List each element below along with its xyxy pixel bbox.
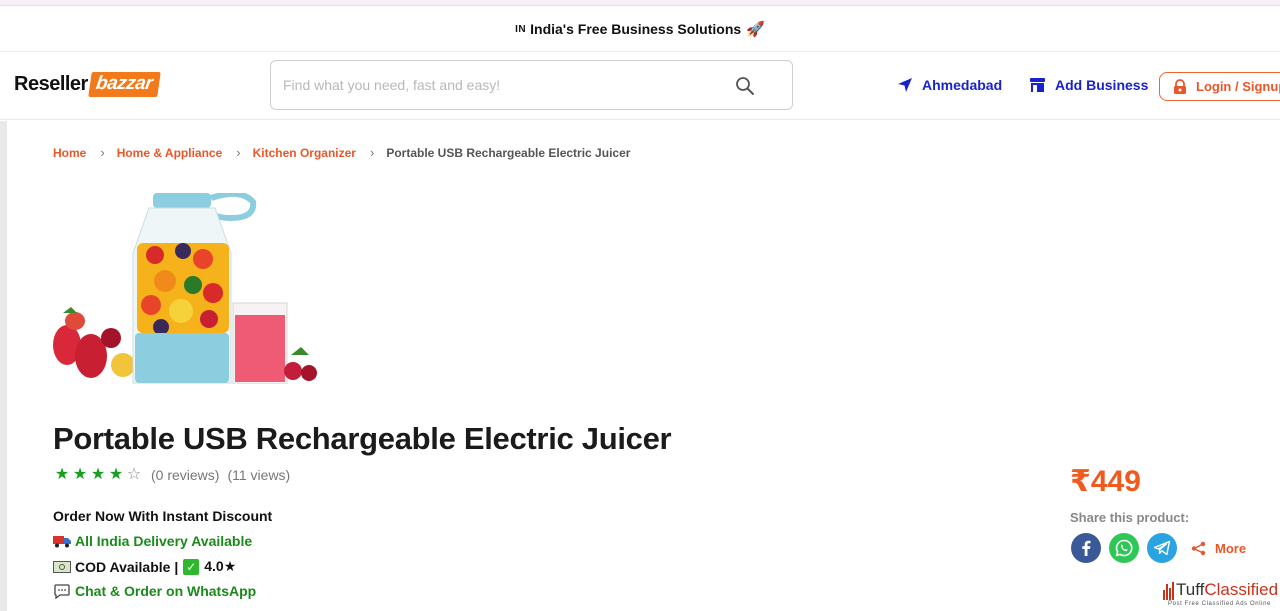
telegram-share-button[interactable] — [1147, 533, 1177, 563]
review-count[interactable]: (0 reviews) — [151, 467, 219, 483]
store-icon — [1030, 78, 1045, 92]
location-selector[interactable]: Ahmedabad — [897, 77, 1002, 93]
search-input[interactable] — [283, 74, 723, 96]
star-icon: ★ — [72, 466, 88, 483]
whatsapp-icon — [1115, 539, 1133, 557]
breadcrumb-kitchen-organizer[interactable]: Kitchen Organizer — [253, 146, 356, 160]
cod-rating: 4.0★ — [204, 558, 237, 574]
search-box — [270, 60, 793, 110]
rocket-icon: 🚀 — [746, 21, 765, 38]
cod-label: COD Available | — [75, 558, 179, 575]
delivery-truck-icon — [53, 533, 71, 549]
tuffclassified-watermark: Tuff Classified Post Free Classified Ads … — [1163, 580, 1280, 611]
watermark-logo: Tuff Classified — [1163, 580, 1278, 600]
share-buttons: More — [1071, 533, 1246, 563]
left-scroll-edge — [0, 121, 7, 611]
login-signup-button[interactable]: Login / Signup — [1159, 72, 1280, 101]
watermark-tagline: Post Free Classified Ads Online — [1168, 601, 1271, 607]
delivery-label: All India Delivery Available — [75, 533, 253, 549]
watermark-brand-a: Tuff — [1176, 580, 1205, 599]
chat-bubble-icon — [53, 583, 71, 599]
star-icon: ★ — [108, 466, 124, 483]
add-business-link[interactable]: Add Business — [1029, 77, 1148, 93]
offer-text: Order Now With Instant Discount — [53, 508, 273, 524]
product-image[interactable] — [53, 193, 323, 384]
delivery-info: All India Delivery Available — [53, 533, 252, 549]
product-price: ₹449 — [1070, 465, 1141, 498]
rating-stars: ★ ★ ★ ★ ☆ — [53, 466, 143, 484]
lock-icon — [1174, 78, 1186, 94]
more-label: More — [1215, 540, 1247, 556]
search-icon[interactable] — [735, 76, 755, 96]
whatsapp-chat-link[interactable]: Chat & Order on WhatsApp — [53, 583, 256, 599]
share-icon — [1191, 541, 1206, 555]
share-label: Share this product: — [1070, 510, 1190, 525]
location-label: Ahmedabad — [922, 77, 1003, 93]
top-strip — [0, 0, 1280, 6]
facebook-share-button[interactable] — [1071, 533, 1101, 563]
watermark-brand-b: Classified — [1204, 580, 1279, 599]
breadcrumb-home[interactable]: Home — [53, 146, 86, 160]
view-count: (11 views) — [227, 467, 291, 483]
chevron-right-icon: › — [369, 145, 375, 160]
star-icon: ★ — [90, 466, 106, 483]
star-icon: ★ — [54, 466, 70, 483]
logo-text-accent: bazzar — [88, 72, 161, 97]
site-header: Reseller bazzar Ahmedabad Add Business L… — [0, 53, 1280, 120]
star-empty-icon: ☆ — [126, 466, 142, 483]
bar-chart-logo-icon — [1163, 582, 1175, 600]
chevron-right-icon: › — [100, 145, 105, 160]
logo-text-main: Reseller — [14, 73, 88, 95]
more-share-button[interactable]: More — [1191, 541, 1246, 556]
breadcrumb-current: Portable USB Rechargeable Electric Juice… — [386, 145, 631, 160]
product-title: Portable USB Rechargeable Electric Juice… — [53, 421, 672, 456]
breadcrumb-home-appliance[interactable]: Home & Appliance — [117, 146, 223, 160]
india-flag-icon: IN — [515, 23, 527, 35]
site-logo[interactable]: Reseller bazzar — [14, 72, 161, 97]
chevron-right-icon: › — [236, 145, 241, 160]
whatsapp-share-button[interactable] — [1109, 533, 1139, 563]
location-arrow-icon — [898, 78, 912, 92]
check-icon: ✓ — [183, 558, 200, 575]
product-rating: ★ ★ ★ ★ ☆ (0 reviews) (11 views) — [53, 466, 290, 484]
facebook-icon — [1082, 540, 1091, 556]
cod-info: COD Available | ✓ 4.0★ — [53, 558, 236, 575]
telegram-icon — [1153, 540, 1171, 556]
breadcrumb: Home › Home & Appliance › Kitchen Organi… — [53, 145, 630, 160]
whatsapp-label: Chat & Order on WhatsApp — [75, 583, 257, 599]
add-business-label: Add Business — [1055, 77, 1149, 93]
cash-icon — [53, 559, 71, 575]
login-label: Login / Signup — [1196, 79, 1280, 94]
announcement-text: India's Free Business Solutions — [530, 21, 742, 37]
announcement-bar: IN India's Free Business Solutions 🚀 — [0, 7, 1280, 52]
